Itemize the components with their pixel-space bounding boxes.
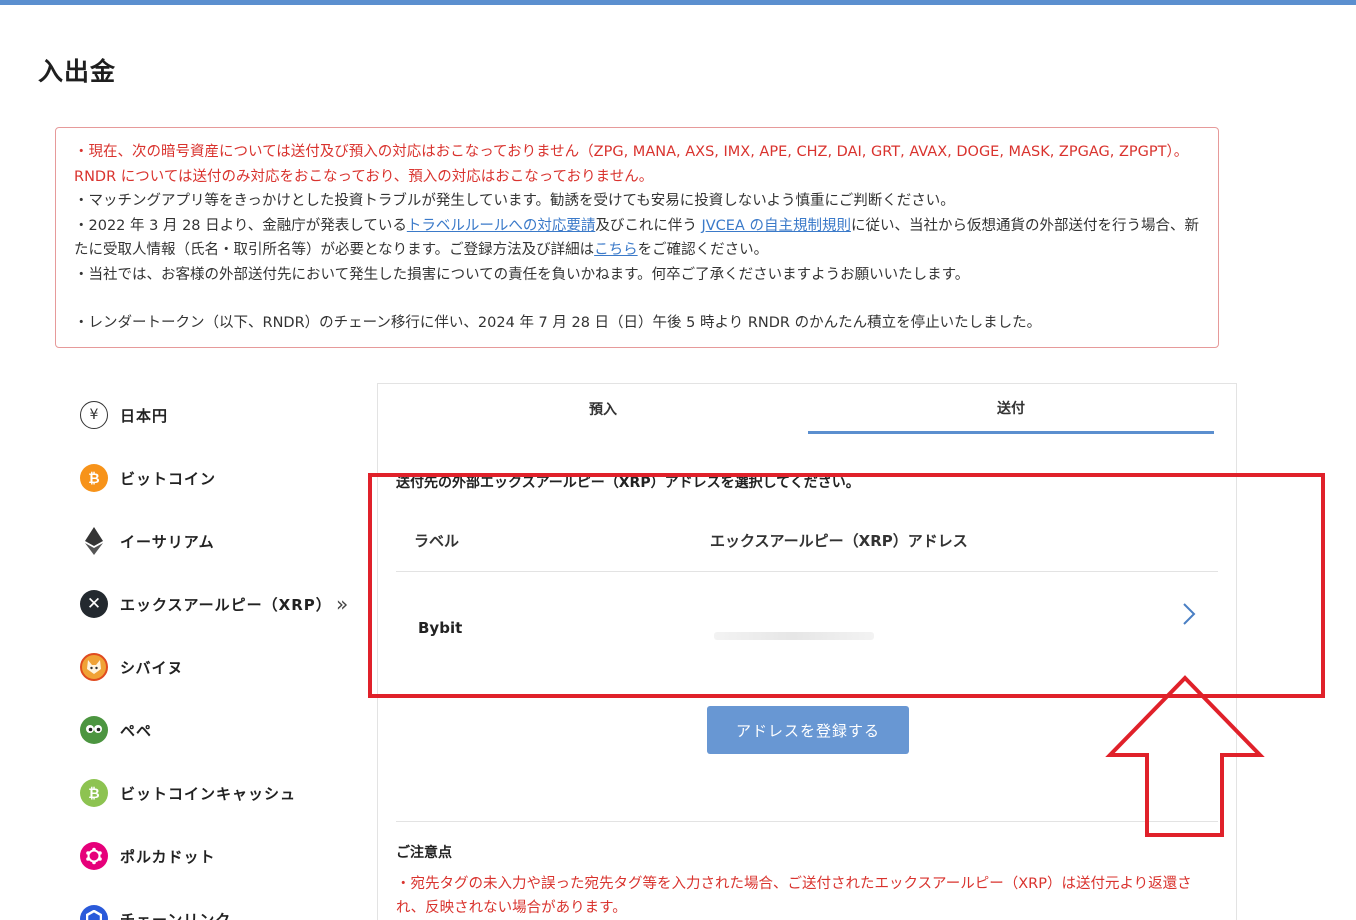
polkadot-icon	[80, 842, 108, 870]
section-divider	[396, 821, 1218, 822]
bitcoin-cash-icon: ₿	[80, 779, 108, 807]
xrp-icon: ✕	[80, 590, 108, 618]
notice-box: ・現在、次の暗号資産については送付及び預入の対応はおこなっておりません（ZPG,…	[55, 127, 1219, 348]
sidebar-item-label: シバイヌ	[120, 658, 184, 677]
caution-title: ご注意点	[396, 845, 452, 861]
sidebar-item-pepe[interactable]: ペペ	[76, 710, 366, 750]
sidebar-item-label: チェーンリンク	[120, 910, 232, 920]
chainlink-icon	[80, 905, 108, 920]
notice-line-rndr: ・レンダートークン（以下、RNDR）のチェーン移行に伴い、2024 年 7 月 …	[74, 315, 1042, 331]
double-chevron-right-icon: »	[336, 592, 349, 616]
notice-line-suspended-assets: ・現在、次の暗号資産については送付及び預入の対応はおこなっておりません（ZPG,…	[74, 144, 1189, 185]
notice-text: をご確認ください。	[637, 242, 769, 258]
tab-send[interactable]: 送付	[808, 384, 1214, 434]
tab-deposit[interactable]: 預入	[398, 384, 808, 434]
notice-text: ・2022 年 3 月 28 日より、金融庁が発表している	[74, 217, 407, 234]
sidebar-item-bitcoin-cash[interactable]: ₿ ビットコインキャッシュ	[76, 773, 366, 813]
notice-line-travel-rule: ・2022 年 3 月 28 日より、金融庁が発表しているトラベルルールへの対応…	[74, 214, 1200, 263]
caution-text: ・宛先タグの未入力や誤った宛先タグ等を入力された場合、ご送付されたエックスアール…	[396, 876, 1192, 916]
address-label: Bybit	[418, 619, 463, 637]
travel-rule-link[interactable]: トラベルルールへの対応要請	[407, 218, 596, 234]
page-title: 入出金	[38, 57, 117, 86]
column-header-address: エックスアールピー（XRP）アドレス	[710, 532, 968, 550]
sidebar-item-bitcoin[interactable]: ₿ ビットコイン	[76, 458, 366, 498]
transfer-panel: 預入 送付 送付先の外部エックスアールピー（XRP）アドレスを選択してください。…	[377, 383, 1237, 920]
sidebar-item-label: エックスアールピー（XRP）	[120, 595, 332, 614]
jvcea-rule-link[interactable]: JVCEA の自主規制規則	[701, 218, 851, 234]
sidebar-item-label: ビットコインキャッシュ	[120, 784, 297, 803]
shiba-icon	[80, 653, 108, 681]
details-link[interactable]: こちら	[594, 242, 638, 258]
sidebar-item-label: ポルカドット	[120, 847, 216, 866]
notice-text: 及びこれに伴う	[595, 217, 702, 234]
sidebar-item-label: 日本円	[120, 406, 169, 425]
yen-icon: ¥	[80, 401, 108, 429]
sidebar-item-label: イーサリアム	[120, 532, 215, 551]
ethereum-icon	[80, 527, 108, 555]
sidebar-item-chainlink[interactable]: チェーンリンク	[76, 899, 366, 920]
sidebar-item-label: ペペ	[120, 721, 153, 740]
address-value-obscured	[714, 632, 874, 640]
sidebar-item-ethereum[interactable]: イーサリアム	[76, 521, 366, 561]
pepe-icon	[80, 716, 108, 744]
notice-spacer	[74, 287, 1200, 311]
sidebar-item-polkadot[interactable]: ポルカドット	[76, 836, 366, 876]
chevron-right-icon[interactable]	[1176, 602, 1200, 626]
bitcoin-icon: ₿	[80, 464, 108, 492]
sidebar-item-xrp[interactable]: ✕ エックスアールピー（XRP） »	[76, 584, 366, 624]
notice-line-liability: ・当社では、お客様の外部送付先において発生した損害についての責任を負いかねます。…	[74, 266, 970, 283]
sidebar-item-shiba[interactable]: シバイヌ	[76, 647, 366, 687]
column-header-label: ラベル	[414, 532, 460, 550]
notice-line-investment-trouble: ・マッチングアプリ等をきっかけとした投資トラブルが発生しています。勧誘を受けても…	[74, 193, 955, 209]
top-accent-bar	[0, 0, 1356, 5]
sidebar-item-label: ビットコイン	[120, 469, 217, 488]
sidebar-item-jpy[interactable]: ¥ 日本円	[76, 395, 366, 435]
address-row-bybit[interactable]: Bybit	[396, 572, 1218, 682]
register-address-button[interactable]: アドレスを登録する	[707, 706, 909, 754]
send-instruction: 送付先の外部エックスアールピー（XRP）アドレスを選択してください。	[396, 475, 860, 491]
